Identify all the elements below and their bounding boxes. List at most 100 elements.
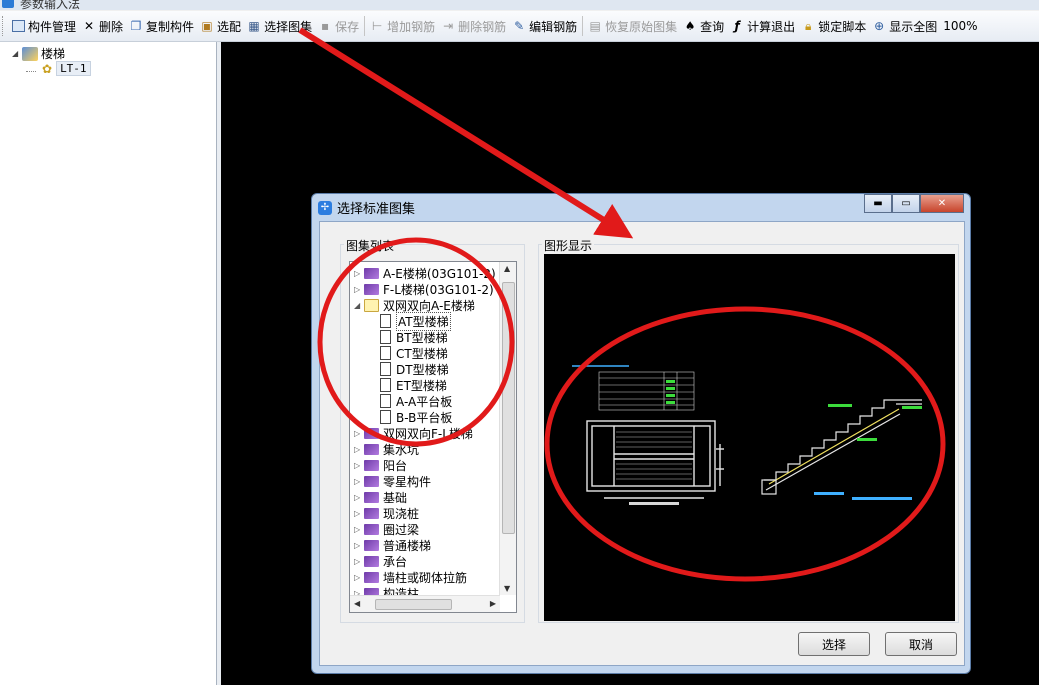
- atlas-list-label: 图集列表: [344, 237, 397, 254]
- list-item[interactable]: ▷ 现浇桩: [354, 505, 419, 521]
- collapse-icon[interactable]: ◢: [12, 49, 22, 58]
- scroll-thumb[interactable]: [375, 599, 452, 610]
- list-item[interactable]: ▷ 双网双向F-L楼梯: [354, 425, 473, 441]
- expand-icon: ▷: [354, 460, 361, 470]
- component-mgmt-button[interactable]: 构件管理: [9, 14, 79, 38]
- expand-icon: ▷: [354, 428, 361, 438]
- dialog-app-icon: ✢: [318, 200, 332, 215]
- minimize-button[interactable]: ▬: [864, 194, 892, 213]
- restore-atlas-button[interactable]: ▤ 恢复原始图集: [585, 14, 680, 38]
- window-title: 参数输入法: [20, 0, 81, 10]
- minimize-icon: ▬: [873, 198, 883, 209]
- list-item[interactable]: ▷ 普通楼梯: [354, 537, 431, 553]
- atlas-tree-list[interactable]: ▷ A-E楼梯(03G101-2) ▷ F-L楼梯(03G101-2) ◢ 双网双向A…: [349, 261, 517, 613]
- app-icon: [2, 0, 14, 8]
- component-tree: ◢ 楼梯 ✿ LT-1: [0, 42, 217, 685]
- expand-icon: ▷: [354, 524, 361, 534]
- plan-view: [586, 420, 724, 499]
- scroll-down-icon[interactable]: ▼: [504, 584, 510, 593]
- book-icon: [364, 267, 379, 279]
- list-vertical-scrollbar[interactable]: ▲ ▼: [499, 262, 516, 595]
- toolbar-grip[interactable]: [2, 16, 9, 36]
- book-icon: [364, 539, 379, 551]
- preview-label: 图形显示: [542, 237, 595, 254]
- edit-rebar-button[interactable]: ✎ 编辑钢筋: [509, 14, 580, 38]
- select-button[interactable]: 选择: [798, 632, 870, 656]
- list-horizontal-scrollbar[interactable]: ◀ ▶: [350, 595, 500, 612]
- document-icon: [380, 394, 391, 408]
- tree-node-lt1[interactable]: ✿ LT-1: [26, 61, 91, 76]
- book-icon: [364, 571, 379, 583]
- expand-icon: ▷: [354, 572, 361, 582]
- list-item[interactable]: ▷ 墙柱或砌体拉筋: [354, 569, 467, 585]
- document-icon: [380, 330, 391, 344]
- select-config-button[interactable]: ▣ 选配: [197, 14, 244, 38]
- list-item[interactable]: DT型楼梯: [380, 361, 449, 377]
- delete-x-icon: ✕: [83, 19, 95, 33]
- list-item[interactable]: ▷ F-L楼梯(03G101-2): [354, 281, 494, 297]
- scroll-thumb[interactable]: [502, 282, 515, 534]
- main-toolbar: 构件管理 ✕ 删除 ❐ 复制构件 ▣ 选配 ▦ 选择图集 ▪ 保存 ⊢ 增加钢筋 ⇥ 删除钢筋…: [0, 11, 1039, 42]
- list-item[interactable]: ▷ 承台: [354, 553, 407, 569]
- binoculars-icon: ♠: [684, 19, 696, 33]
- expand-icon: ▷: [354, 508, 361, 518]
- document-icon: [380, 378, 391, 392]
- expand-icon: ▷: [354, 556, 361, 566]
- atlas-grid-icon: ▦: [248, 19, 260, 33]
- copy-icon: ❐: [130, 19, 142, 33]
- close-button[interactable]: ✕: [920, 194, 964, 213]
- list-item[interactable]: CT型楼梯: [380, 345, 448, 361]
- document-icon: [380, 314, 391, 328]
- dialog-title-bar[interactable]: ✢ 选择标准图集: [318, 198, 415, 217]
- section-labels: [814, 404, 922, 500]
- scroll-right-icon[interactable]: ▶: [490, 599, 496, 608]
- list-item[interactable]: ▷ 基础: [354, 489, 407, 505]
- zoom-level[interactable]: 100%: [940, 14, 980, 38]
- cancel-button[interactable]: 取消: [885, 632, 957, 656]
- maximize-button[interactable]: ▭: [892, 194, 920, 213]
- list-icon: [12, 20, 25, 32]
- delete-rebar-button[interactable]: ⇥ 删除钢筋: [438, 14, 509, 38]
- list-item[interactable]: B-B平台板: [380, 409, 452, 425]
- book-icon: [364, 427, 379, 439]
- list-item[interactable]: BT型楼梯: [380, 329, 448, 345]
- delete-button[interactable]: ✕ 删除: [79, 14, 126, 38]
- scroll-left-icon[interactable]: ◀: [354, 599, 360, 608]
- scroll-up-icon[interactable]: ▲: [504, 264, 510, 273]
- clipboard-icon: ▣: [201, 19, 213, 33]
- toolbar-separator: [582, 16, 584, 36]
- stairs-icon: [22, 46, 38, 61]
- tree-line: [26, 65, 36, 72]
- gear-icon: ✿: [42, 61, 53, 76]
- expand-icon: ▷: [354, 540, 361, 550]
- book-icon: [364, 523, 379, 535]
- close-icon: ✕: [937, 198, 947, 209]
- document-icon: [380, 410, 391, 424]
- book-icon: [364, 459, 379, 471]
- list-item[interactable]: ET型楼梯: [380, 377, 447, 393]
- list-item[interactable]: ▷ 阳台: [354, 457, 407, 473]
- list-item[interactable]: ▷ 集水坑: [354, 441, 419, 457]
- add-rebar-button[interactable]: ⊢ 增加钢筋: [367, 14, 438, 38]
- expand-icon: ▷: [354, 444, 361, 454]
- select-atlas-button[interactable]: ▦ 选择图集: [244, 14, 315, 38]
- list-item[interactable]: A-A平台板: [380, 393, 452, 409]
- calc-exit-button[interactable]: ƒ 计算退出: [727, 14, 798, 38]
- stair-drawing: [572, 365, 922, 505]
- query-button[interactable]: ♠ 查询: [680, 14, 727, 38]
- list-item-selected[interactable]: AT型楼梯: [380, 311, 451, 331]
- book-icon: [364, 491, 379, 503]
- dialog-body: 图集列表 ▷ A-E楼梯(03G101-2) ▷ F-L楼梯(03G101-2) ◢…: [319, 221, 965, 666]
- list-item[interactable]: ▷ 零星构件: [354, 473, 431, 489]
- document-icon: [380, 346, 391, 360]
- book-icon: [364, 443, 379, 455]
- tree-node-stairs[interactable]: ◢ 楼梯: [12, 45, 65, 62]
- copy-component-button[interactable]: ❐ 复制构件: [126, 14, 197, 38]
- restore-icon: ▤: [589, 19, 601, 33]
- list-item[interactable]: ▷ 圈过梁: [354, 521, 419, 537]
- save-button[interactable]: ▪ 保存: [315, 14, 362, 38]
- show-all-button[interactable]: ⊕ 显示全图: [869, 14, 940, 38]
- list-item[interactable]: ▷ A-E楼梯(03G101-2): [354, 265, 496, 281]
- lock-script-button[interactable]: 🔒︎ 锁定脚本: [798, 14, 869, 38]
- parameter-table: [598, 371, 695, 411]
